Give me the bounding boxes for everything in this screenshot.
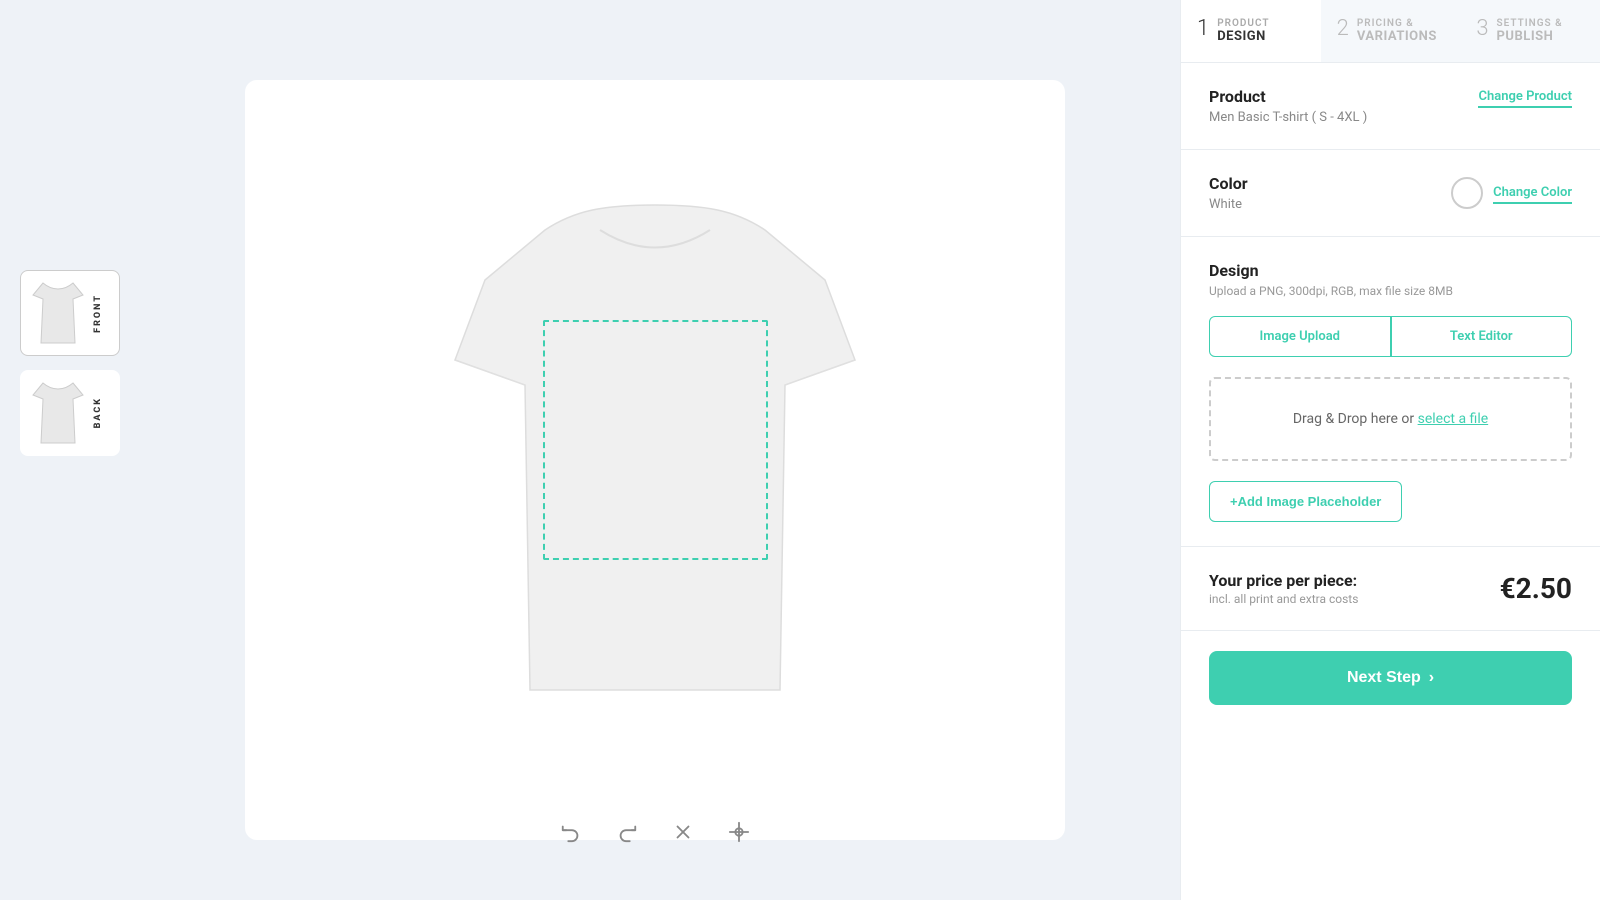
main-canvas <box>130 0 1180 900</box>
color-swatch[interactable] <box>1451 177 1483 209</box>
tab-text-editor[interactable]: Text Editor <box>1391 316 1573 357</box>
product-label: Product <box>1209 87 1367 106</box>
design-hint: Upload a PNG, 300dpi, RGB, max file size… <box>1209 284 1572 298</box>
step-2-name: VARIATIONS <box>1357 29 1437 44</box>
change-product-link[interactable]: Change Product <box>1478 89 1572 108</box>
undo-button[interactable] <box>553 814 589 850</box>
color-value: White <box>1209 197 1248 212</box>
drop-zone[interactable]: Drag & Drop here or select a file <box>1209 377 1572 461</box>
product-value: Men Basic T-shirt ( S - 4XL ) <box>1209 110 1367 125</box>
upload-tabs: Image Upload Text Editor <box>1209 316 1572 357</box>
right-panel: 1 PRODUCT DESIGN 2 PRICING & VARIATIONS … <box>1180 0 1600 900</box>
step-2-number: 2 <box>1337 18 1349 40</box>
thumbnail-back[interactable]: BACK <box>20 370 120 456</box>
dropzone-text: Drag & Drop here or <box>1293 411 1414 427</box>
change-color-link[interactable]: Change Color <box>1493 185 1572 204</box>
tshirt-back-thumbnail <box>29 379 87 447</box>
step-3-number: 3 <box>1476 18 1488 40</box>
thumbnail-back-label: BACK <box>93 397 103 428</box>
price-value: €2.50 <box>1500 572 1572 605</box>
step-3-name: PUBLISH <box>1497 29 1563 44</box>
tab-image-upload[interactable]: Image Upload <box>1209 316 1391 357</box>
step-1-sub: PRODUCT <box>1217 18 1269 29</box>
step-2-sub: PRICING & <box>1357 18 1437 29</box>
step-3[interactable]: 3 SETTINGS & PUBLISH <box>1460 0 1600 62</box>
price-section: Your price per piece: incl. all print an… <box>1181 547 1600 631</box>
canvas-toolbar <box>553 814 757 850</box>
next-step-label: Next Step <box>1347 669 1421 687</box>
step-1[interactable]: 1 PRODUCT DESIGN <box>1181 0 1321 62</box>
step-1-number: 1 <box>1197 18 1209 40</box>
canvas-wrapper <box>245 80 1065 840</box>
redo-button[interactable] <box>609 814 645 850</box>
design-section: Design Upload a PNG, 300dpi, RGB, max fi… <box>1181 237 1600 547</box>
step-header: 1 PRODUCT DESIGN 2 PRICING & VARIATIONS … <box>1181 0 1600 63</box>
color-label: Color <box>1209 174 1248 193</box>
color-section: Color White Change Color <box>1181 150 1600 237</box>
thumbnail-front-label: FRONT <box>93 294 103 333</box>
center-button[interactable] <box>721 814 757 850</box>
step-2[interactable]: 2 PRICING & VARIATIONS <box>1321 0 1461 62</box>
price-label: Your price per piece: <box>1209 571 1358 590</box>
tshirt-front-thumbnail <box>29 279 87 347</box>
step-3-sub: SETTINGS & <box>1497 18 1563 29</box>
thumbnail-front[interactable]: FRONT <box>20 270 120 356</box>
next-step-arrow-icon: › <box>1429 669 1434 687</box>
design-label: Design <box>1209 261 1572 280</box>
add-placeholder-button[interactable]: +Add Image Placeholder <box>1209 481 1402 522</box>
delete-button[interactable] <box>665 814 701 850</box>
tshirt-container <box>435 200 875 720</box>
price-sub: incl. all print and extra costs <box>1209 592 1358 606</box>
step-1-name: DESIGN <box>1217 29 1269 44</box>
product-section: Product Men Basic T-shirt ( S - 4XL ) Ch… <box>1181 63 1600 150</box>
design-area[interactable] <box>543 320 768 560</box>
select-file-link[interactable]: select a file <box>1418 411 1489 427</box>
next-step-button[interactable]: Next Step › <box>1209 651 1572 705</box>
